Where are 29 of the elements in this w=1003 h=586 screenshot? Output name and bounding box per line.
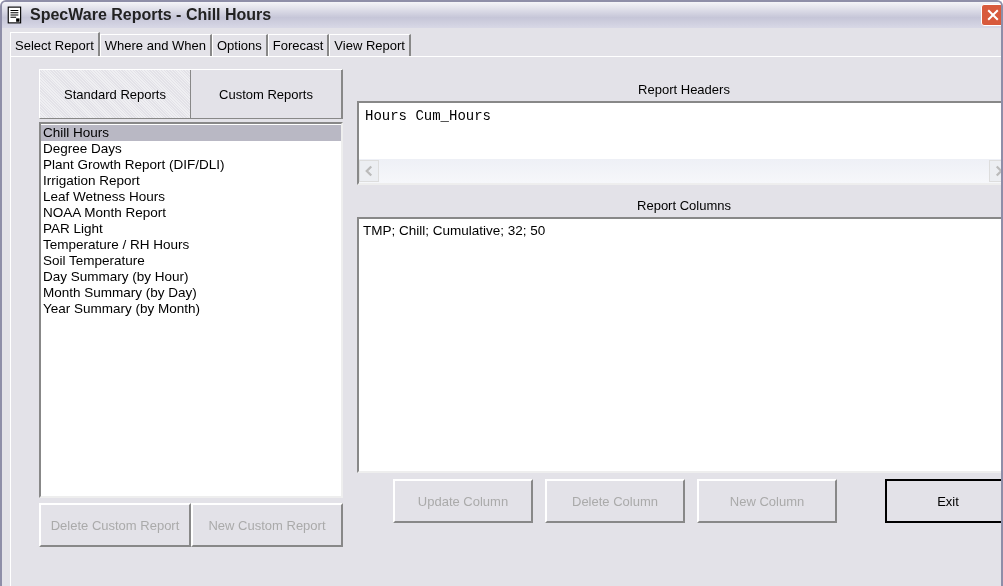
tab[interactable]: Options xyxy=(211,34,268,56)
report-list-item[interactable]: Month Summary (by Day) xyxy=(41,285,341,301)
report-headers-field[interactable]: Hours Cum_Hours xyxy=(357,101,1001,185)
report-column-item[interactable]: TMP; Chill; Cumulative; 32; 50 xyxy=(361,223,1001,239)
report-list-item[interactable]: Year Summary (by Month) xyxy=(41,301,341,317)
report-list-item[interactable]: Day Summary (by Hour) xyxy=(41,269,341,285)
report-list-item[interactable]: Soil Temperature xyxy=(41,253,341,269)
tab[interactable]: Select Report xyxy=(10,32,100,56)
report-list-item[interactable]: Irrigation Report xyxy=(41,173,341,189)
section-label: Report Columns xyxy=(636,197,732,215)
horizontal-scrollbar[interactable] xyxy=(359,159,1001,183)
section-label: Report Headers xyxy=(637,81,731,99)
report-type-tab[interactable]: Standard Reports xyxy=(40,70,191,118)
report-list-item[interactable]: NOAA Month Report xyxy=(41,205,341,221)
report-list-item[interactable]: Temperature / RH Hours xyxy=(41,237,341,253)
tab[interactable]: Where and When xyxy=(99,34,212,56)
report-list-item[interactable]: Plant Growth Report (DIF/DLI) xyxy=(41,157,341,173)
report-list-item[interactable]: Leaf Wetness Hours xyxy=(41,189,341,205)
report-list-item[interactable]: Chill Hours xyxy=(41,125,341,141)
tab[interactable]: View Report xyxy=(329,34,411,56)
report-list-item[interactable]: Degree Days xyxy=(41,141,341,157)
report-list-item[interactable]: PAR Light xyxy=(41,221,341,237)
tab[interactable]: Forecast xyxy=(267,34,330,56)
scroll-left-icon[interactable] xyxy=(359,160,379,182)
close-button[interactable] xyxy=(981,4,1001,26)
close-icon xyxy=(985,7,1001,23)
column-button[interactable]: Exit xyxy=(885,479,1001,523)
document-icon xyxy=(6,6,24,24)
window-title: SpecWare Reports - Chill Hours xyxy=(30,6,273,24)
